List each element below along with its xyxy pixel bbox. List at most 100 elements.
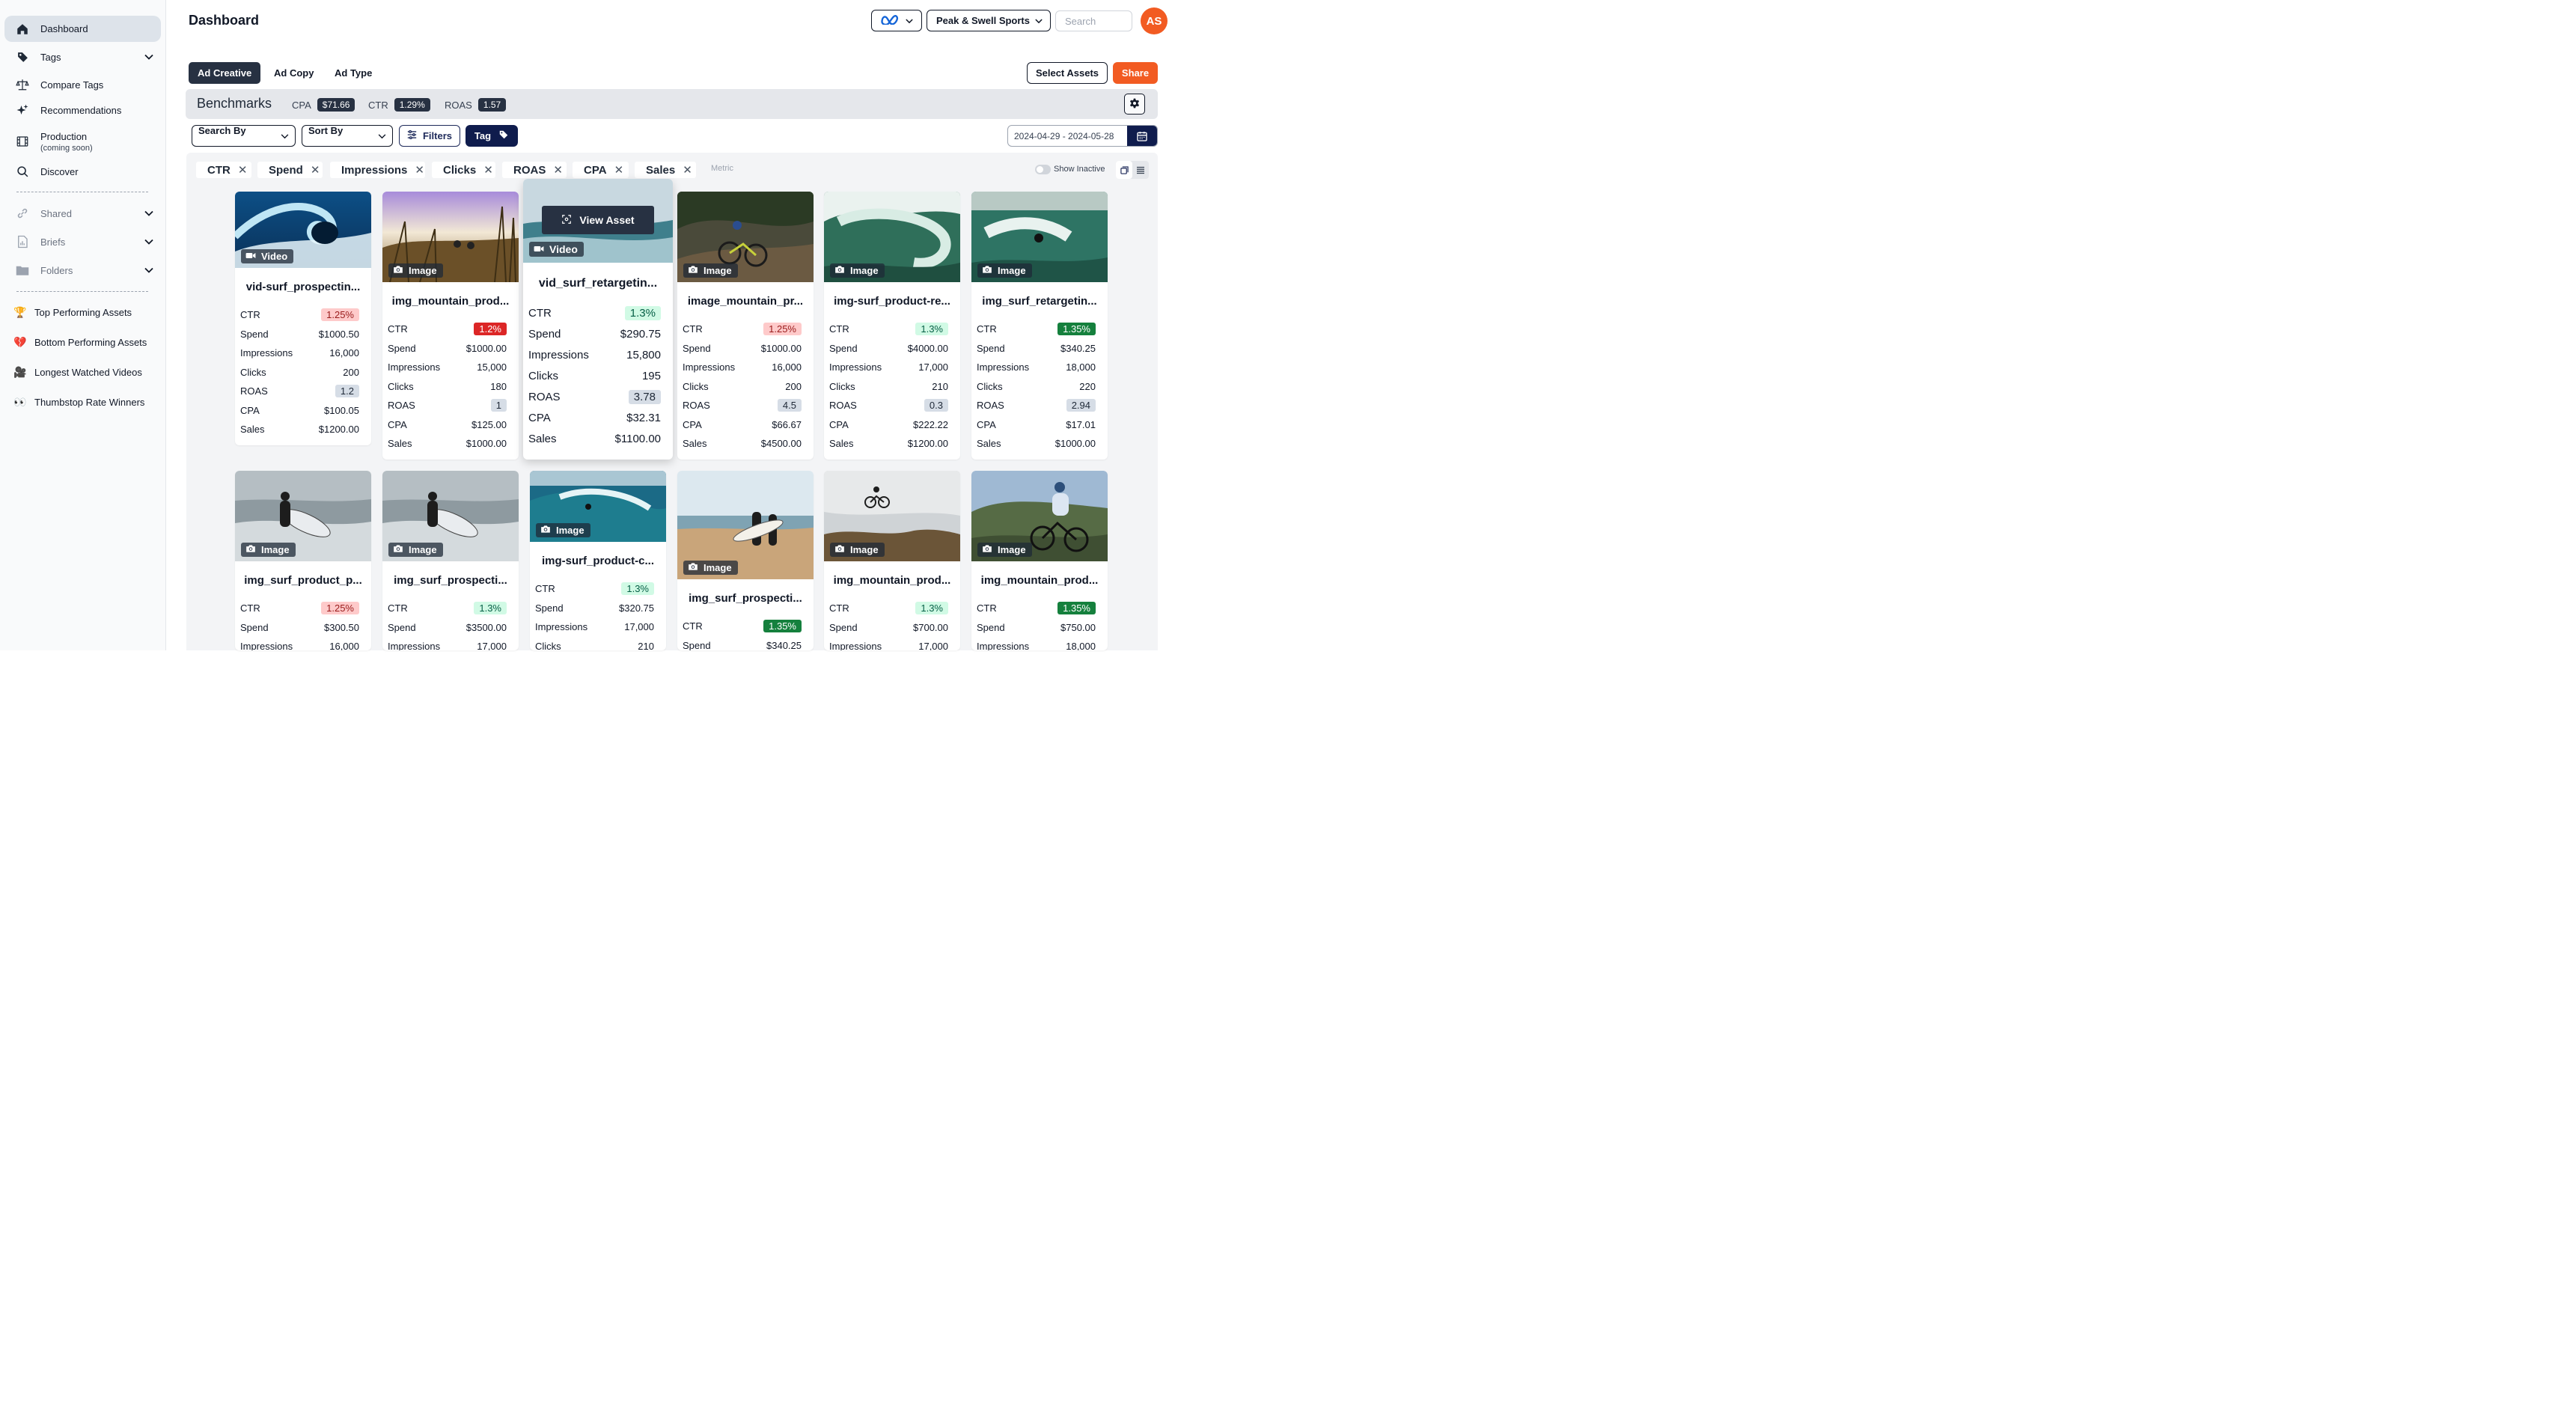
grid-view-icon[interactable] bbox=[1116, 161, 1132, 179]
sidebar-item-recommendations[interactable]: Recommendations bbox=[4, 103, 161, 118]
asset-thumbnail[interactable]: Image bbox=[677, 471, 814, 579]
share-button[interactable]: Share bbox=[1113, 62, 1158, 84]
chevron-down-icon[interactable] bbox=[144, 237, 153, 248]
quick-link-longest-watched[interactable]: 🎥 Longest Watched Videos bbox=[13, 366, 142, 379]
sliders-icon bbox=[407, 129, 417, 141]
asset-thumbnail[interactable]: Video View Asset bbox=[523, 179, 673, 263]
asset-thumbnail[interactable]: Video bbox=[235, 192, 371, 268]
asset-card[interactable]: Image img_surf_prospecti... CTR 1.3% Spend $3… bbox=[382, 471, 519, 650]
search-by-dropdown[interactable]: Search By ______ bbox=[192, 125, 296, 147]
search-input[interactable] bbox=[1055, 10, 1132, 31]
asset-name[interactable]: img_surf_prospecti... bbox=[677, 592, 814, 605]
close-icon[interactable]: ✕ bbox=[415, 163, 424, 177]
scan-icon bbox=[561, 214, 572, 227]
metric-row-cpa: CPA $32.31 bbox=[528, 407, 661, 428]
close-icon[interactable]: ✕ bbox=[238, 163, 248, 177]
avatar[interactable]: AS bbox=[1141, 7, 1168, 34]
ctr-badge: 1.25% bbox=[321, 308, 359, 322]
chevron-down-icon[interactable] bbox=[144, 208, 153, 219]
sidebar-item-production[interactable]: Production (coming soon) bbox=[4, 129, 161, 153]
asset-card[interactable]: Image img_surf_product_p... CTR 1.25% Spend $… bbox=[235, 471, 371, 650]
metric-chip-sales[interactable]: Sales ✕ bbox=[635, 162, 696, 178]
asset-card[interactable]: Video vid-surf_prospectin... CTR 1.25% Spend… bbox=[235, 192, 371, 445]
tab-ad-creative[interactable]: Ad Creative bbox=[189, 62, 261, 84]
sidebar-item-compare-tags[interactable]: Compare Tags bbox=[4, 77, 161, 92]
sidebar-item-tags[interactable]: Tags bbox=[4, 49, 161, 64]
metric-chip-cpa[interactable]: CPA ✕ bbox=[573, 162, 629, 178]
quick-link-top-performing[interactable]: 🏆 Top Performing Assets bbox=[13, 306, 132, 319]
calendar-icon[interactable] bbox=[1127, 126, 1157, 146]
view-asset-button[interactable]: View Asset bbox=[542, 206, 654, 234]
asset-card[interactable]: Image img-surf_product-c... CTR 1.3% Spend $3… bbox=[530, 471, 666, 650]
benchmark-value: 1.57 bbox=[477, 98, 507, 112]
tab-ad-copy[interactable]: Ad Copy bbox=[265, 62, 323, 84]
close-icon[interactable]: ✕ bbox=[683, 163, 692, 177]
metric-label: Spend bbox=[240, 621, 269, 633]
tag-button[interactable]: Tag bbox=[466, 125, 518, 147]
platform-selector[interactable] bbox=[871, 10, 922, 31]
asset-name[interactable]: img_mountain_prod... bbox=[971, 574, 1108, 587]
tab-ad-type[interactable]: Ad Type bbox=[326, 62, 381, 84]
asset-name[interactable]: img-surf_product-re... bbox=[824, 295, 960, 308]
asset-thumbnail[interactable]: Image bbox=[677, 192, 814, 282]
asset-card[interactable]: Image img_surf_retargetin... CTR 1.35% Spend… bbox=[971, 192, 1108, 460]
list-view-icon[interactable] bbox=[1132, 161, 1149, 179]
sidebar-item-shared[interactable]: Shared bbox=[4, 206, 161, 221]
sidebar-item-dashboard[interactable]: Dashboard bbox=[4, 16, 161, 42]
asset-name[interactable]: image_mountain_pr... bbox=[677, 295, 814, 308]
asset-card[interactable]: Video View Asset vid_surf_retargetin... CTR… bbox=[523, 179, 673, 460]
asset-thumbnail[interactable]: Image bbox=[971, 192, 1108, 282]
asset-thumbnail[interactable]: Image bbox=[235, 471, 371, 561]
metric-chip-spend[interactable]: Spend ✕ bbox=[257, 162, 323, 178]
metric-chip-roas[interactable]: ROAS ✕ bbox=[502, 162, 567, 178]
account-selector[interactable]: Peak & Swell Sports bbox=[927, 10, 1051, 31]
metric-value: $1000.00 bbox=[760, 342, 802, 354]
metric-chip-impressions[interactable]: Impressions ✕ bbox=[330, 162, 425, 178]
metric-input-placeholder[interactable]: Metric bbox=[711, 164, 733, 173]
quick-link-bottom-performing[interactable]: 💔 Bottom Performing Assets bbox=[13, 336, 147, 349]
asset-name[interactable]: img_surf_retargetin... bbox=[971, 295, 1108, 308]
asset-card[interactable]: Image img_surf_prospecti... CTR 1.35% Spend $… bbox=[677, 471, 814, 650]
metric-chip-clicks[interactable]: Clicks ✕ bbox=[432, 162, 495, 178]
chevron-down-icon[interactable] bbox=[144, 265, 153, 276]
asset-thumbnail[interactable]: Image bbox=[971, 471, 1108, 561]
metric-label: Spend bbox=[535, 602, 564, 614]
asset-card[interactable]: Image img-surf_product-re... CTR 1.3% Spend $… bbox=[824, 192, 960, 460]
quick-link-thumbstop[interactable]: 👀 Thumbstop Rate Winners bbox=[13, 396, 144, 409]
metric-chip-ctr[interactable]: CTR ✕ bbox=[196, 162, 251, 178]
asset-thumbnail[interactable]: Image bbox=[382, 471, 519, 561]
close-icon[interactable]: ✕ bbox=[483, 163, 493, 177]
show-inactive-toggle[interactable] bbox=[1035, 165, 1051, 174]
sort-by-dropdown[interactable]: Sort By ______ bbox=[302, 125, 393, 147]
asset-card[interactable]: Image img_mountain_prod... CTR 1.2% Spend $10… bbox=[382, 192, 519, 460]
asset-card[interactable]: Image image_mountain_pr... CTR 1.25% Spend $1… bbox=[677, 192, 814, 460]
asset-card[interactable]: Image img_mountain_prod... CTR 1.35% Spend $7… bbox=[971, 471, 1108, 650]
close-icon[interactable]: ✕ bbox=[311, 163, 320, 177]
asset-name[interactable]: vid_surf_retargetin... bbox=[523, 277, 673, 290]
benchmark-settings-button[interactable] bbox=[1124, 94, 1145, 115]
asset-name[interactable]: vid-surf_prospectin... bbox=[235, 281, 371, 293]
close-icon[interactable]: ✕ bbox=[553, 163, 563, 177]
asset-name[interactable]: img_surf_prospecti... bbox=[382, 574, 519, 587]
asset-card[interactable]: Image img_mountain_prod... CTR 1.3% Spend $70… bbox=[824, 471, 960, 650]
metric-label: ROAS bbox=[683, 400, 710, 412]
filters-button[interactable]: Filters bbox=[399, 125, 460, 147]
camera-icon bbox=[982, 265, 992, 276]
asset-thumbnail[interactable]: Image bbox=[382, 192, 519, 282]
close-icon[interactable]: ✕ bbox=[614, 163, 624, 177]
asset-thumbnail[interactable]: Image bbox=[824, 192, 960, 282]
chevron-down-icon[interactable] bbox=[144, 52, 153, 63]
sidebar-item-label: Dashboard bbox=[40, 23, 88, 34]
asset-thumbnail[interactable]: Image bbox=[824, 471, 960, 561]
asset-name[interactable]: img_surf_product_p... bbox=[235, 574, 371, 587]
sidebar-item-briefs[interactable]: Briefs bbox=[4, 234, 161, 249]
sidebar-item-folders[interactable]: Folders bbox=[4, 263, 161, 278]
metric-value: $290.75 bbox=[620, 327, 661, 341]
date-range-picker[interactable]: 2024-04-29 - 2024-05-28 bbox=[1007, 125, 1158, 147]
asset-name[interactable]: img-surf_product-c... bbox=[530, 555, 666, 567]
asset-thumbnail[interactable]: Image bbox=[530, 471, 666, 542]
asset-name[interactable]: img_mountain_prod... bbox=[382, 295, 519, 308]
sidebar-item-discover[interactable]: Discover bbox=[4, 164, 161, 179]
asset-name[interactable]: img_mountain_prod... bbox=[824, 574, 960, 587]
select-assets-button[interactable]: Select Assets bbox=[1027, 62, 1108, 84]
